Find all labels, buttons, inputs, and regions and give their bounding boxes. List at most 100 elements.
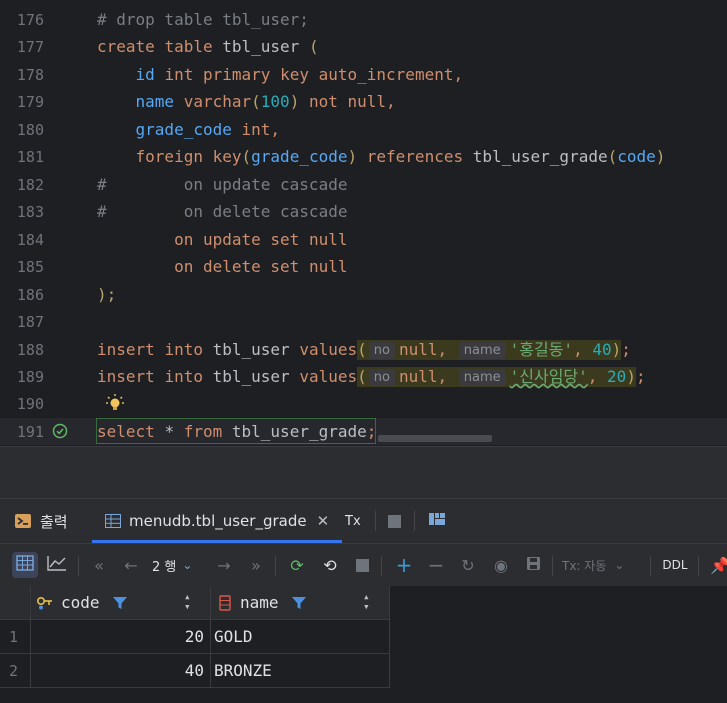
chevron-down-icon: ⌄ xyxy=(614,558,625,572)
layout-button[interactable] xyxy=(429,499,445,543)
code-line: 188 insert into tbl_user values(no null, … xyxy=(0,336,727,363)
panel-tabbar: 출력 menudb.tbl_user_grade ✕ Tx xyxy=(0,499,727,543)
horizontal-scrollbar[interactable] xyxy=(378,435,492,442)
code-line: 189 insert into tbl_user values(no null, … xyxy=(0,363,727,390)
stop-button[interactable] xyxy=(388,499,401,543)
code-line: 187 xyxy=(0,308,727,335)
table-icon xyxy=(105,514,121,528)
sql-editor[interactable]: 176 # drop table tbl_user; 177 create ta… xyxy=(0,0,727,446)
result-grid: code ▴ ▾ name ▴ ▾ 1 20 GOLD 2 40 BRONZE xyxy=(0,586,727,703)
param-hint: no xyxy=(368,369,395,386)
line-number: 180 xyxy=(16,121,44,139)
code-line: 184 on update set null xyxy=(0,226,727,253)
lightbulb-icon[interactable] xyxy=(105,393,125,413)
submit-button[interactable] xyxy=(520,552,546,578)
tab-label: 출력 xyxy=(40,512,68,531)
double-chevron-left-icon: « xyxy=(94,555,104,575)
pin-icon: 📌 xyxy=(710,555,727,575)
grid-corner xyxy=(0,586,31,620)
last-page-button[interactable]: » xyxy=(243,552,269,578)
double-chevron-right-icon: » xyxy=(251,555,261,575)
first-page-button[interactable]: « xyxy=(86,552,112,578)
column-header-code[interactable]: code ▴ ▾ xyxy=(31,586,211,620)
separator xyxy=(375,511,376,531)
save-icon xyxy=(526,556,541,575)
code-line: 185 on delete set null xyxy=(0,253,727,280)
cell-code[interactable]: 20 xyxy=(31,620,211,654)
code-text: name varchar(100) not null, xyxy=(135,92,396,111)
separator xyxy=(698,556,699,576)
result-toolbar: « ← 2 행 ⌄ → » ⟳ ⟲ + − ↻ ◉ Tx: 자동 ⌄ DDL 📌 xyxy=(0,543,727,587)
code-comment: # drop table tbl_user; xyxy=(97,10,309,29)
services-panel: 출력 menudb.tbl_user_grade ✕ Tx « ← 2 행 ⌄ xyxy=(0,498,727,703)
cell-code[interactable]: 40 xyxy=(31,654,211,688)
code-line: 179 name varchar(100) not null, xyxy=(0,88,727,115)
refresh-button[interactable]: ⟳ xyxy=(284,552,310,578)
primary-key-icon xyxy=(36,595,53,614)
line-number: 181 xyxy=(16,148,44,166)
code-comment: # on delete cascade xyxy=(97,202,348,221)
code-line: 176 # drop table tbl_user; xyxy=(0,6,727,33)
arrow-left-icon: ← xyxy=(124,555,138,575)
separator xyxy=(78,556,79,576)
filter-icon[interactable] xyxy=(113,595,127,614)
column-header-name[interactable]: name ▴ ▾ xyxy=(211,586,390,620)
line-number: 191 xyxy=(16,423,44,441)
plus-icon: + xyxy=(395,553,413,577)
revert-button[interactable]: ↻ xyxy=(455,552,481,578)
separator xyxy=(275,556,276,576)
row-number: 1 xyxy=(0,620,31,654)
cell-name[interactable]: GOLD xyxy=(211,620,390,654)
panel-divider xyxy=(0,446,727,499)
grid-view-button[interactable] xyxy=(12,552,38,578)
line-number: 187 xyxy=(16,313,44,331)
next-page-button[interactable]: → xyxy=(211,552,237,578)
code-text: ); xyxy=(97,285,117,304)
line-number: 186 xyxy=(16,286,44,304)
cell-name[interactable]: BRONZE xyxy=(211,654,390,688)
pin-button[interactable]: 📌 xyxy=(707,552,727,578)
delete-row-button[interactable]: − xyxy=(423,552,449,578)
prev-page-button[interactable]: ← xyxy=(118,552,144,578)
tx-button[interactable]: Tx xyxy=(345,499,361,543)
close-icon[interactable]: ✕ xyxy=(317,512,330,530)
tx-mode-label: Tx: 자동 xyxy=(562,558,607,573)
output-icon xyxy=(14,513,32,529)
tx-mode-dropdown[interactable]: Tx: 자동 ⌄ xyxy=(562,552,642,578)
column-name: name xyxy=(240,593,279,612)
tab-label: menudb.tbl_user_grade xyxy=(129,512,307,530)
separator xyxy=(552,556,553,576)
refresh-icon: ⟳ xyxy=(290,555,304,575)
revert-icon: ↻ xyxy=(461,555,475,575)
code-text: select * from tbl_user_grade; xyxy=(97,422,377,441)
code-text: grade_code int, xyxy=(135,120,281,139)
line-number: 184 xyxy=(16,231,44,249)
filter-icon[interactable] xyxy=(292,595,306,614)
line-number: 185 xyxy=(16,258,44,276)
rows-selector[interactable]: 2 행 ⌄ xyxy=(152,552,210,578)
line-number: 190 xyxy=(16,395,44,413)
code-comment: # on update cascade xyxy=(97,175,348,194)
add-row-button[interactable]: + xyxy=(391,552,417,578)
sort-icon[interactable]: ▴ ▾ xyxy=(363,591,370,612)
line-number: 177 xyxy=(16,38,44,56)
layout-icon xyxy=(429,512,445,530)
separator xyxy=(414,511,415,531)
view-button[interactable]: ◉ xyxy=(488,552,514,578)
minus-icon: − xyxy=(427,553,445,577)
tab-output[interactable]: 출력 xyxy=(14,499,68,543)
check-circle-icon[interactable] xyxy=(52,423,68,439)
line-number: 178 xyxy=(16,66,44,84)
chart-view-button[interactable] xyxy=(44,552,70,578)
cancel-query-button[interactable] xyxy=(349,552,375,578)
line-number: 182 xyxy=(16,176,44,194)
rows-label: 2 행 xyxy=(152,559,177,575)
chevron-down-icon: ⌄ xyxy=(182,558,193,572)
ddl-button[interactable]: DDL xyxy=(659,552,691,578)
column-name: code xyxy=(61,593,100,612)
history-button[interactable]: ⟲ xyxy=(317,552,343,578)
line-number: 179 xyxy=(16,93,44,111)
sort-icon[interactable]: ▴ ▾ xyxy=(184,591,191,612)
code-text: create table tbl_user ( xyxy=(97,37,319,56)
tab-result-table[interactable]: menudb.tbl_user_grade ✕ xyxy=(92,499,343,543)
